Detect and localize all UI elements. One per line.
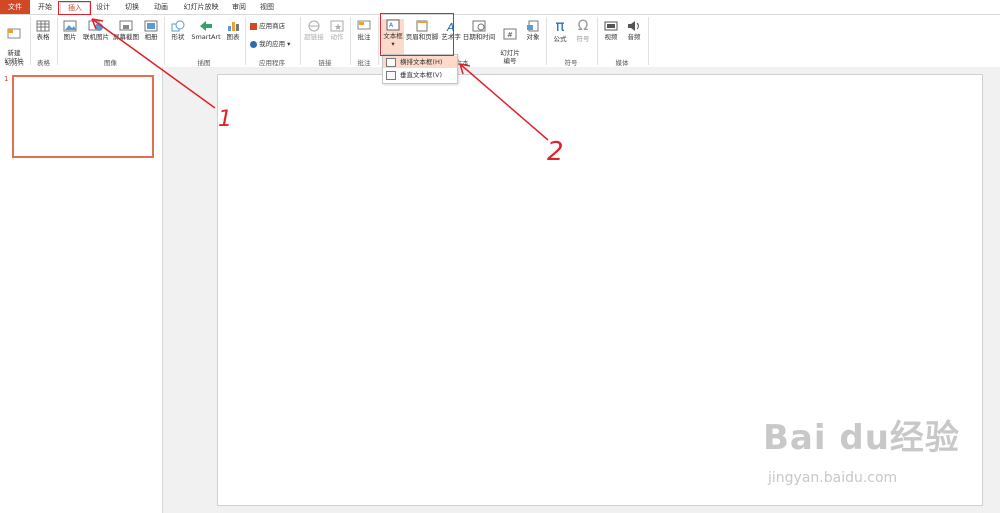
watermark-url: jingyan.baidu.com: [768, 470, 898, 486]
watermark-logo: Bai du经验: [763, 410, 960, 459]
arrow-1: [91, 18, 216, 109]
arrow-2: [459, 63, 549, 141]
watermark-brand-cn: 经验: [889, 418, 960, 458]
annotation-number-1: 1: [218, 107, 232, 132]
watermark-brand: Bai du: [763, 418, 890, 458]
annotation-number-2: 2: [547, 137, 564, 167]
